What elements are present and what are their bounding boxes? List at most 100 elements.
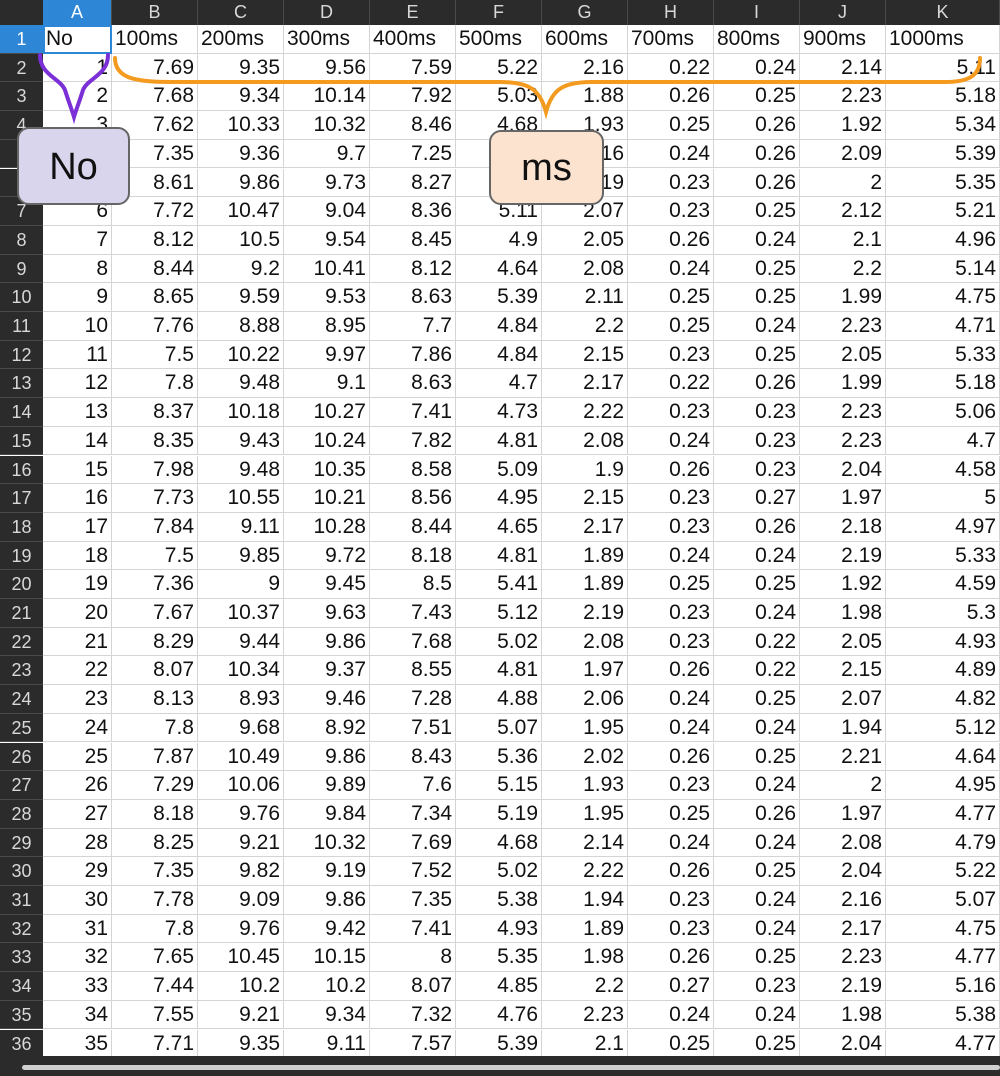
data-cell[interactable]: 0.25	[714, 1029, 800, 1059]
data-cell[interactable]: 19	[43, 570, 112, 599]
data-cell[interactable]: 7.43	[370, 599, 456, 628]
data-cell[interactable]: 2.17	[542, 369, 628, 399]
data-cell[interactable]: 9.86	[284, 627, 370, 657]
row-header[interactable]: 10	[0, 283, 43, 312]
data-cell[interactable]: 0.25	[714, 340, 800, 370]
row-header[interactable]: 18	[0, 512, 43, 542]
data-cell[interactable]: 9.42	[284, 914, 370, 944]
data-cell[interactable]: 1.9	[542, 455, 628, 485]
data-cell[interactable]: 0.24	[714, 541, 800, 571]
row-header[interactable]: 32	[0, 914, 43, 944]
row-header[interactable]: 15	[0, 426, 43, 456]
data-cell[interactable]: 7.7	[370, 312, 456, 341]
row-header[interactable]: 8	[0, 225, 43, 255]
data-cell[interactable]: 7.8	[112, 713, 198, 743]
data-cell[interactable]: 0.27	[714, 484, 800, 513]
data-cell[interactable]: 5.39	[456, 283, 542, 312]
data-cell[interactable]: 7.35	[112, 857, 198, 886]
data-cell[interactable]: 0.25	[628, 111, 714, 140]
data-cell[interactable]: 9.76	[198, 799, 284, 829]
data-cell[interactable]: 2.2	[542, 972, 628, 1001]
data-cell[interactable]: 4.97	[886, 512, 1000, 542]
row-header[interactable]: 9	[0, 254, 43, 284]
data-cell[interactable]: 28	[43, 828, 112, 858]
data-cell[interactable]: 9.34	[284, 1000, 370, 1030]
data-cell[interactable]: 0.26	[628, 857, 714, 886]
data-cell[interactable]: 1.88	[542, 82, 628, 112]
data-cell[interactable]: 0.24	[628, 426, 714, 456]
row-header[interactable]: 11	[0, 312, 43, 341]
data-cell[interactable]: 5.33	[886, 541, 1000, 571]
data-cell[interactable]: 4.59	[886, 570, 1000, 599]
data-cell[interactable]: 2.12	[800, 197, 886, 226]
data-cell[interactable]: 4.89	[886, 656, 1000, 686]
data-cell[interactable]: 0.24	[714, 225, 800, 255]
data-cell[interactable]: 4.64	[456, 254, 542, 284]
row-header[interactable]: 17	[0, 484, 43, 513]
data-cell[interactable]: 0.25	[628, 283, 714, 312]
data-cell[interactable]: 2.19	[542, 599, 628, 628]
data-cell[interactable]: 2.14	[542, 828, 628, 858]
data-cell[interactable]: 0.26	[628, 455, 714, 485]
data-cell[interactable]: 10.45	[198, 943, 284, 973]
data-cell[interactable]: 10.21	[284, 484, 370, 513]
data-cell[interactable]: 7.34	[370, 799, 456, 829]
column-header-d[interactable]: D	[284, 0, 370, 25]
data-cell[interactable]: 34	[43, 1000, 112, 1030]
data-cell[interactable]: 2.15	[542, 484, 628, 513]
data-cell[interactable]: 10.2	[198, 972, 284, 1001]
data-cell[interactable]: 0.24	[714, 1000, 800, 1030]
data-cell[interactable]: 20	[43, 599, 112, 628]
data-cell[interactable]: 0.25	[714, 742, 800, 772]
data-cell[interactable]: 10.18	[198, 398, 284, 427]
data-cell[interactable]: 8.88	[198, 312, 284, 341]
data-cell[interactable]: 2.18	[800, 512, 886, 542]
row-header[interactable]: 13	[0, 369, 43, 399]
data-cell[interactable]: 9.76	[198, 914, 284, 944]
data-cell[interactable]: 4.95	[886, 771, 1000, 800]
data-cell[interactable]: 4.71	[886, 312, 1000, 341]
data-cell[interactable]: 0.24	[714, 312, 800, 341]
data-cell[interactable]: 9.11	[284, 1029, 370, 1059]
data-cell[interactable]: 5.07	[886, 886, 1000, 915]
data-cell[interactable]: 0.26	[714, 111, 800, 140]
data-cell[interactable]: 0.23	[628, 771, 714, 800]
data-cell[interactable]: 10.41	[284, 254, 370, 284]
data-cell[interactable]: 9.73	[284, 168, 370, 198]
data-cell[interactable]: 0.23	[628, 627, 714, 657]
data-cell[interactable]: 0.24	[714, 53, 800, 83]
data-cell[interactable]: 21	[43, 627, 112, 657]
data-cell[interactable]: 4.88	[456, 685, 542, 714]
data-cell[interactable]: 8.95	[284, 312, 370, 341]
data-cell[interactable]: 10.32	[284, 111, 370, 140]
data-cell[interactable]: 2.04	[800, 857, 886, 886]
data-cell[interactable]: 0.23	[628, 398, 714, 427]
data-cell[interactable]: 5.12	[456, 599, 542, 628]
data-cell[interactable]: 2.05	[800, 340, 886, 370]
data-cell[interactable]: 4.64	[886, 742, 1000, 772]
row-header[interactable]: 27	[0, 771, 43, 800]
data-cell[interactable]: 1.97	[800, 799, 886, 829]
data-cell[interactable]: 2.14	[800, 53, 886, 83]
data-cell[interactable]: 8.18	[112, 799, 198, 829]
data-cell[interactable]: 1.99	[800, 283, 886, 312]
data-cell[interactable]: 29	[43, 857, 112, 886]
data-cell[interactable]: 0.24	[714, 828, 800, 858]
data-cell[interactable]: 2.15	[800, 656, 886, 686]
data-cell[interactable]: 5.03	[456, 82, 542, 112]
data-cell[interactable]: 9.1	[284, 369, 370, 399]
column-header-k[interactable]: K	[886, 0, 1000, 25]
data-cell[interactable]: 0.26	[714, 139, 800, 169]
data-cell[interactable]: 1	[43, 53, 112, 83]
data-cell[interactable]: 9.85	[198, 541, 284, 571]
data-cell[interactable]: 7.68	[370, 627, 456, 657]
data-cell[interactable]: 0.24	[628, 254, 714, 284]
data-cell[interactable]: 0.22	[714, 656, 800, 686]
data-cell[interactable]: 2.06	[542, 685, 628, 714]
data-cell[interactable]: 8.37	[112, 398, 198, 427]
data-cell[interactable]: 9.43	[198, 426, 284, 456]
data-cell[interactable]: 4.75	[886, 914, 1000, 944]
data-cell[interactable]: 7.28	[370, 685, 456, 714]
row-header[interactable]: 2	[0, 53, 43, 83]
row-header[interactable]: 35	[0, 1000, 43, 1030]
